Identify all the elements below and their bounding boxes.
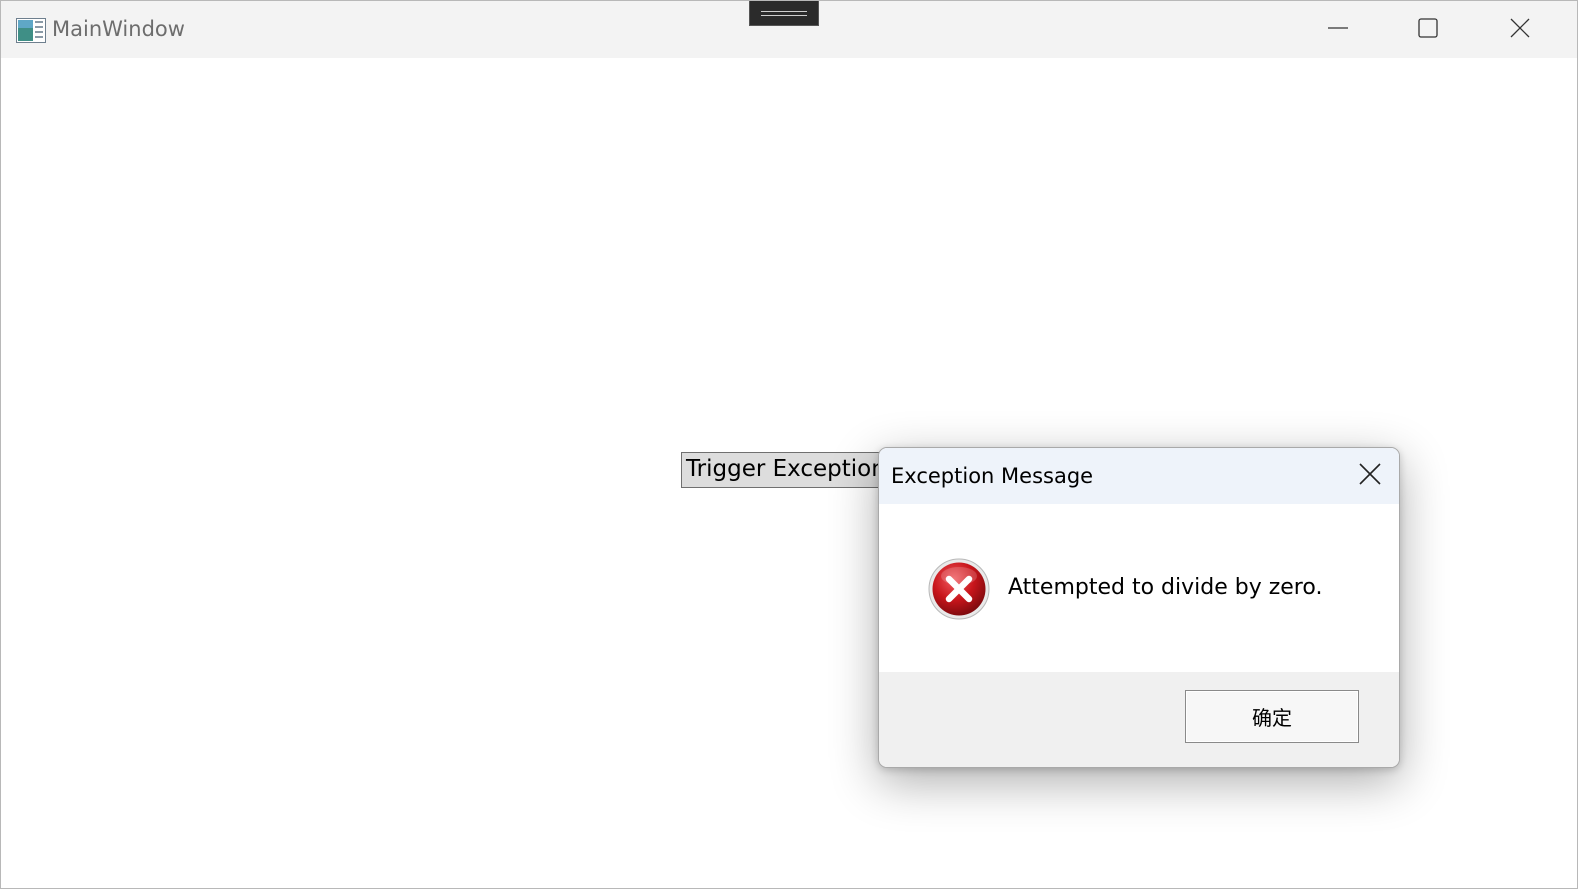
- dialog-title-bar[interactable]: Exception Message: [879, 448, 1399, 504]
- exception-dialog: Exception Message Attempted to divide by…: [878, 447, 1400, 768]
- minimize-button[interactable]: [1293, 1, 1383, 58]
- close-icon: [1358, 462, 1382, 490]
- title-bar[interactable]: MainWindow: [1, 1, 1577, 58]
- trigger-exception-button[interactable]: Trigger Exception: [681, 452, 901, 488]
- dialog-title: Exception Message: [891, 464, 1094, 488]
- maximize-icon: [1417, 17, 1439, 43]
- app-icon: [16, 18, 46, 43]
- dialog-body: Attempted to divide by zero.: [879, 504, 1399, 672]
- drag-handle[interactable]: [749, 1, 819, 26]
- minimize-icon: [1327, 17, 1349, 43]
- ok-button[interactable]: 确定: [1185, 690, 1359, 743]
- error-icon: [927, 557, 991, 621]
- dialog-close-button[interactable]: [1341, 448, 1399, 504]
- window-title: MainWindow: [52, 17, 185, 41]
- maximize-button[interactable]: [1383, 1, 1473, 58]
- close-button[interactable]: [1475, 1, 1565, 58]
- dialog-footer: 确定: [879, 672, 1399, 767]
- close-icon: [1509, 17, 1531, 43]
- dialog-message: Attempted to divide by zero.: [1008, 575, 1323, 600]
